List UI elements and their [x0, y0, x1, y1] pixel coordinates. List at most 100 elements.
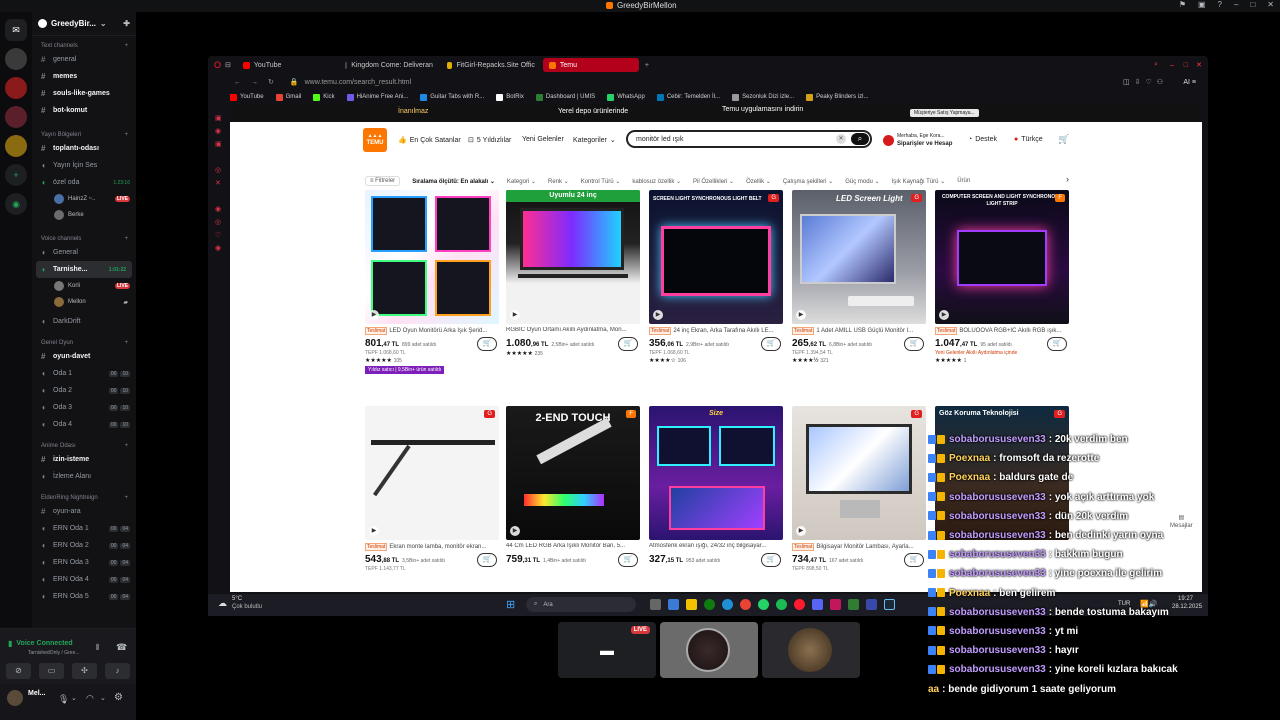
edge-icon[interactable]	[722, 599, 733, 610]
bookmark-botrix[interactable]: BotRix	[496, 93, 524, 101]
chevron-down-icon[interactable]: ⌄	[71, 694, 77, 702]
search-input[interactable]: monitör led ışık ✕ ⌕	[626, 130, 872, 148]
sort-dropdown[interactable]: Sıralama ölçütü: En alakalı ⌄	[412, 178, 495, 185]
tab-youtube[interactable]: YouTube	[237, 58, 337, 72]
minimize-button[interactable]: –	[1234, 0, 1238, 9]
product-image[interactable]: SCREEN LIGHT SYNCHRONOUS LIGHT BELT G ▶	[649, 190, 783, 324]
bookmark-umis[interactable]: Dashboard | UMIS	[535, 93, 595, 101]
bookmark-hianime[interactable]: HiAnime Free Ani...	[346, 93, 408, 101]
close-button[interactable]: ✕	[1196, 61, 1202, 69]
product-image[interactable]: LED Screen Light G ▶	[792, 190, 926, 324]
chrome-icon[interactable]	[740, 599, 751, 610]
activities-button[interactable]: ✣	[72, 663, 97, 679]
nav-bestsellers[interactable]: 👍 En Çok Satanlar	[398, 136, 461, 145]
filter-color[interactable]: Renk ⌄	[548, 178, 569, 185]
extensions-icon[interactable]: ◫⇩♡⚇	[1123, 78, 1168, 86]
maximize-button[interactable]: □	[1250, 0, 1255, 9]
minimize-button[interactable]: –	[1170, 62, 1174, 69]
chevron-down-icon[interactable]: ⌄	[100, 694, 106, 702]
play-icon[interactable]: ▶	[510, 526, 520, 536]
widgets-icon[interactable]	[668, 599, 679, 610]
voice-user[interactable]: Mellon ▰	[32, 294, 136, 310]
support-link[interactable]: ◔ Destek	[968, 136, 997, 143]
tab-temu[interactable]: Temu	[542, 58, 639, 72]
play-icon[interactable]: ▶	[939, 310, 949, 320]
add-to-cart-button[interactable]: 🛒	[761, 553, 781, 567]
add-to-cart-button[interactable]: 🛒	[477, 553, 497, 567]
discord-home-icon[interactable]: ✉	[5, 19, 27, 41]
product-card[interactable]: Uyumlu 24 inç ▶ RGBIC Oyun Ortamı Akıllı…	[506, 190, 640, 400]
play-icon[interactable]: ▶	[510, 310, 520, 320]
add-server-icon[interactable]: +	[5, 164, 27, 186]
stream-tile-user[interactable]	[660, 622, 758, 678]
filter-wireless[interactable]: kablosuz özellik ⌄	[632, 178, 681, 185]
temu-logo[interactable]: ▲▲▲ TEMU	[363, 128, 387, 152]
voice-ern-oda[interactable]: ◖ ERN Oda 3 00 04	[32, 554, 136, 571]
category-eldenring[interactable]: EldenRing Nightreign +	[32, 488, 136, 503]
voice-oda[interactable]: ◖ Oda 3 00 10	[32, 399, 136, 416]
stream-tile-screen[interactable]: ▬ LIVE	[558, 622, 656, 678]
filter-mode[interactable]: Çalışma şekilleri ⌄	[783, 178, 833, 185]
product-card[interactable]: SCREEN LIGHT SYNCHRONOUS LIGHT BELT G ▶ …	[649, 190, 783, 400]
discover-icon[interactable]: ◉	[5, 193, 27, 215]
voice-ern-oda[interactable]: ◖ ERN Oda 4 00 04	[32, 571, 136, 588]
chevron-right-icon[interactable]: ›	[1066, 174, 1069, 184]
voice-oda[interactable]: ◖ Oda 4 00 10	[32, 416, 136, 433]
gear-icon[interactable]: ⚙	[114, 692, 123, 703]
product-image[interactable]: Uyumlu 24 inç ▶	[506, 190, 640, 324]
mic-icon[interactable]: 🎙	[58, 694, 69, 705]
channel-izin-isteme[interactable]: # izin-isteme	[32, 451, 136, 468]
product-card[interactable]: LED Screen Light G ▶ Teslimat 1 Adet AMIL…	[792, 190, 926, 400]
maximize-button[interactable]: □	[1184, 62, 1188, 69]
voice-izleme-alani[interactable]: ◖ İzleme Alanı	[32, 468, 136, 485]
product-image[interactable]: ▶	[365, 190, 499, 324]
nav-five-star[interactable]: ⊡ 5 Yıldızlılar	[468, 136, 511, 145]
product-card[interactable]: 2-END TOUCH F ▶ 44 Cm LED RGB Arka Işıkl…	[506, 406, 640, 592]
product-card[interactable]: ▶ Teslimat LED Oyun Monitörü Arka Işık Şe…	[365, 190, 499, 400]
discord-icon[interactable]	[812, 599, 823, 610]
add-member-icon[interactable]: ✚	[123, 19, 130, 28]
app-icon[interactable]	[848, 599, 859, 610]
tab-kingdom-come[interactable]: Kingdom Come: Deliveran	[339, 58, 439, 72]
ai-icon[interactable]: AI ≡	[1183, 79, 1196, 86]
xbox-icon[interactable]	[704, 599, 715, 610]
product-image[interactable]: 2-END TOUCH F ▶	[506, 406, 640, 540]
add-to-cart-button[interactable]: 🛒	[618, 337, 638, 351]
category-anime[interactable]: Anime Odası +	[32, 436, 136, 451]
voice-ozel-oda[interactable]: ◖ özel oda 1:23:16	[32, 174, 136, 191]
spotify-icon[interactable]	[776, 599, 787, 610]
channel-general[interactable]: # general	[32, 51, 136, 68]
voice-tarnished[interactable]: ◖ Tarnishe... 1:01:22	[36, 261, 132, 278]
opera-icon[interactable]	[794, 599, 805, 610]
close-button[interactable]: ✕	[1267, 0, 1274, 9]
filter-category[interactable]: Kategori ⌄	[507, 178, 536, 185]
steam-icon[interactable]	[884, 599, 895, 610]
add-to-cart-button[interactable]: 🛒	[1047, 337, 1067, 351]
voice-channel-path[interactable]: TarnishedOnly / Gree...	[28, 650, 79, 656]
search-icon[interactable]: ⌕	[1154, 61, 1158, 69]
voice-darkdrift[interactable]: ◖ DarkDrift	[32, 313, 136, 330]
soundboard-button[interactable]: ♪	[105, 663, 130, 679]
back-icon[interactable]: ←	[234, 79, 241, 86]
opera-icon[interactable]: O	[214, 60, 221, 70]
product-card[interactable]: G ▶ Teslimat Bilgisayar Monitör Lambası, …	[792, 406, 926, 592]
taskview-icon[interactable]	[650, 599, 661, 610]
product-card[interactable]: G ▶ Teslimat Ekran monte lamba, monitör e…	[365, 406, 499, 592]
add-to-cart-button[interactable]: 🛒	[618, 553, 638, 567]
bookmark-peaky[interactable]: Peaky Blinders izl...	[806, 93, 868, 101]
channel-souls-like-games[interactable]: # souls-like-games	[32, 85, 136, 102]
add-to-cart-button[interactable]: 🛒	[904, 553, 924, 567]
category-text[interactable]: Text channels +	[32, 36, 136, 51]
cart-icon[interactable]: 🛒	[1058, 134, 1069, 145]
server-icon[interactable]	[5, 77, 27, 99]
voice-oda[interactable]: ◖ Oda 2 00 10	[32, 382, 136, 399]
channel-memes[interactable]: # memes	[32, 68, 136, 85]
voice-user[interactable]: Korli LIVE	[32, 278, 136, 294]
tab-menu-icon[interactable]: ⊟	[225, 61, 231, 69]
server-icon[interactable]	[5, 106, 27, 128]
whatsapp-icon[interactable]	[758, 599, 769, 610]
bookmark-guitar-tabs[interactable]: Guitar Tabs with R...	[420, 93, 484, 101]
clear-search-icon[interactable]: ✕	[836, 134, 846, 144]
start-icon[interactable]: ⊞	[506, 598, 515, 611]
bookmark-gmail[interactable]: Gmail	[275, 93, 301, 101]
